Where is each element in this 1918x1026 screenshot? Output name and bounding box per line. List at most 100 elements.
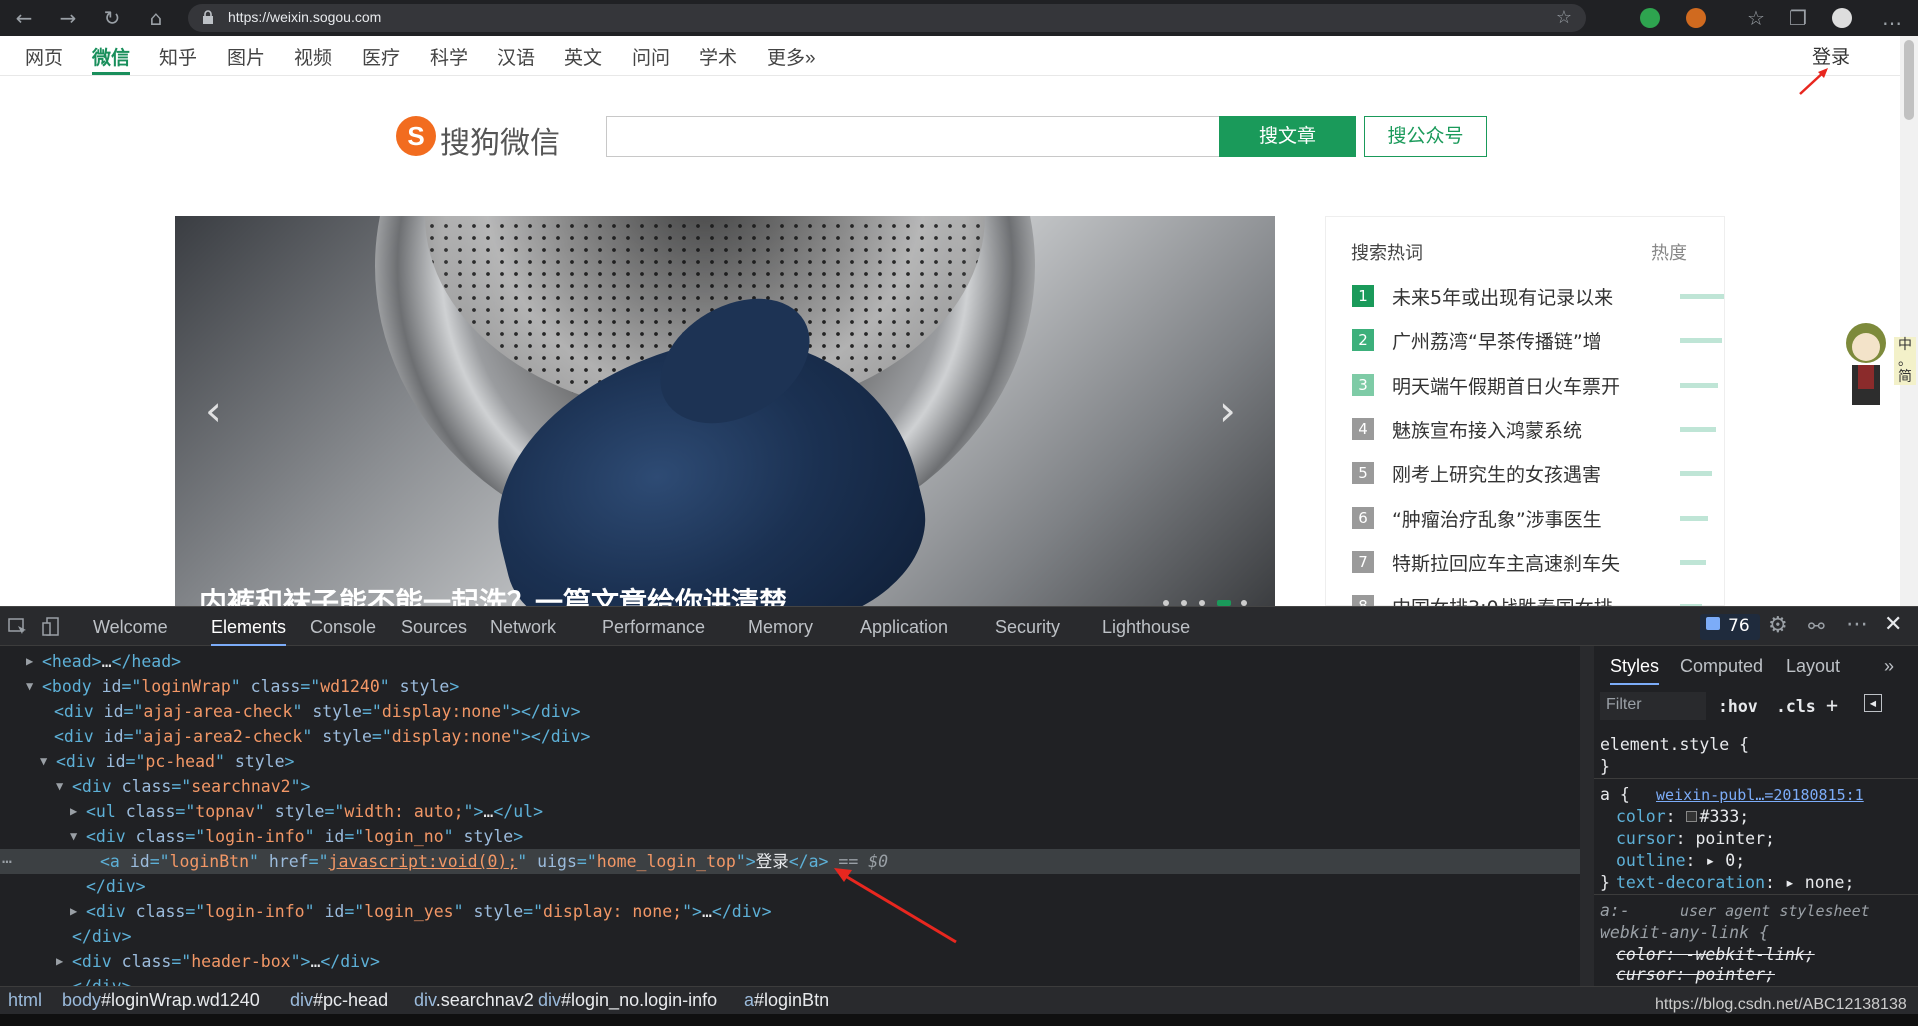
dom-expand-toggle-icon[interactable]: ▼ (70, 824, 77, 849)
breadcrumb-item[interactable]: a#loginBtn (744, 990, 829, 1011)
close-devtools-icon[interactable]: ✕ (1884, 612, 1902, 637)
hot-item[interactable]: 5 刚考上研究生的女孩遇害 (1352, 458, 1712, 488)
tab-sources[interactable]: Sources (401, 617, 467, 638)
mascot-widget[interactable]: 中 。 简 (1836, 315, 1918, 425)
nav-item-zhihu[interactable]: 知乎 (159, 43, 197, 75)
dom-expand-toggle-icon[interactable]: ▶ (70, 799, 77, 824)
sogou-weixin-logo[interactable]: S 搜狗微信 (392, 112, 572, 162)
login-link[interactable]: 登录 (1812, 42, 1850, 69)
hot-item-text[interactable]: 广州荔湾“早茶传播链”增 (1392, 327, 1602, 354)
style-property[interactable]: cursor: pointer; (1616, 828, 1775, 850)
page-scrollbar-thumb[interactable] (1904, 40, 1914, 120)
hot-item[interactable]: 6 “肿瘤治疗乱象”涉事医生 (1352, 503, 1712, 533)
tab-computed[interactable]: Computed (1680, 656, 1763, 677)
stylesheet-source-link[interactable]: weixin-publ…=20180815:1 (1656, 784, 1864, 806)
dom-node-line[interactable]: ⋯ <a id="loginBtn" href="javascript:void(… (0, 849, 1580, 874)
search-input[interactable] (606, 116, 1220, 157)
style-property[interactable]: text-decoration: ▸ none; (1616, 872, 1854, 894)
nav-item-hanyu[interactable]: 汉语 (497, 43, 535, 75)
dom-expand-toggle-icon[interactable]: ▶ (56, 949, 63, 974)
breadcrumb-item[interactable]: div#pc-head (290, 990, 388, 1011)
dom-node-line[interactable]: </div> (0, 974, 1580, 986)
dom-node-line[interactable]: </div> (0, 924, 1580, 949)
nav-item-more[interactable]: 更多» (767, 43, 816, 75)
tab-console[interactable]: Console (310, 617, 376, 638)
address-bar[interactable]: https://weixin.sogou.com ☆ (188, 4, 1586, 32)
tab-layout[interactable]: Layout (1786, 656, 1840, 677)
reload-icon[interactable]: ↻ (100, 6, 124, 30)
dom-node-line[interactable]: </div> (0, 874, 1580, 899)
hov-toggle[interactable]: :hov (1718, 696, 1758, 718)
hot-item[interactable]: 1 未来5年或出现有记录以来 (1352, 281, 1724, 311)
nav-item-web[interactable]: 网页 (25, 43, 63, 75)
panel-split-scrollbar[interactable] (1580, 646, 1594, 986)
style-property[interactable]: color: #333; (1616, 806, 1749, 828)
elements-dom-tree[interactable]: ▶ <head>…</head> ▼ <body id="loginWrap" cla… (0, 646, 1580, 986)
node-actions-icon[interactable]: ⋯ (2, 849, 12, 874)
hot-item-text[interactable]: “肿瘤治疗乱象”涉事医生 (1392, 505, 1602, 532)
nav-item-medical[interactable]: 医疗 (362, 43, 400, 75)
dom-node-line[interactable]: ▶ <ul class="topnav" style="width: auto;"… (0, 799, 1580, 824)
profile-avatar[interactable] (1832, 8, 1852, 28)
dom-node-line[interactable]: ▶ <head>…</head> (0, 649, 1580, 674)
nav-item-scholar[interactable]: 学术 (699, 43, 737, 75)
new-rule-icon[interactable]: + (1826, 694, 1838, 716)
tab-memory[interactable]: Memory (748, 617, 813, 638)
dom-expand-toggle-icon[interactable]: ▼ (26, 674, 33, 699)
breadcrumb-item[interactable]: div#login_no.login-info (538, 990, 717, 1011)
home-icon[interactable]: ⌂ (144, 6, 168, 30)
search-account-button[interactable]: 搜公众号 (1364, 116, 1487, 157)
dom-expand-toggle-icon[interactable]: ▼ (40, 749, 47, 774)
more-menu-icon[interactable]: … (1880, 6, 1904, 30)
hot-item-text[interactable]: 刚考上研究生的女孩遇害 (1392, 460, 1601, 487)
breadcrumb-item[interactable]: html (8, 990, 42, 1011)
back-icon[interactable]: ← (12, 6, 36, 30)
breadcrumb-item[interactable]: body#loginWrap.wd1240 (62, 990, 260, 1011)
nav-item-english[interactable]: 英文 (564, 43, 602, 75)
more-options-icon[interactable]: ⋯ (1846, 612, 1868, 637)
tab-styles[interactable]: Styles (1610, 656, 1660, 685)
favorite-star-icon[interactable]: ☆ (1556, 7, 1572, 28)
tab-elements[interactable]: Elements (211, 617, 287, 646)
more-tabs-icon[interactable]: » (1884, 656, 1894, 677)
hot-item[interactable]: 2 广州荔湾“早茶传播链”增 (1352, 325, 1722, 355)
tab-network[interactable]: Network (490, 617, 556, 638)
dom-expand-toggle-icon[interactable]: ▼ (56, 774, 63, 799)
favorites-icon[interactable]: ☆ (1744, 6, 1768, 30)
toggle-sidebar-icon[interactable]: ◂ (1864, 694, 1882, 712)
dom-node-line[interactable]: ▼ <div class="searchnav2"> (0, 774, 1580, 799)
search-article-button[interactable]: 搜文章 (1219, 116, 1356, 157)
tab-welcome[interactable]: Welcome (93, 617, 168, 638)
hot-item[interactable]: 3 明天端午假期首日火车票开 (1352, 370, 1718, 400)
dom-expand-toggle-icon[interactable]: ▶ (26, 649, 33, 674)
settings-gear-icon[interactable]: ⚙ (1768, 613, 1788, 638)
extension-icon-2[interactable] (1686, 8, 1706, 28)
nav-item-wenwen[interactable]: 问问 (632, 43, 670, 75)
hot-item-text[interactable]: 特斯拉回应车主高速刹车失 (1392, 549, 1620, 576)
connect-icon[interactable]: ⚯ (1808, 614, 1825, 638)
hot-item-text[interactable]: 明天端午假期首日火车票开 (1392, 372, 1620, 399)
forward-icon[interactable]: → (56, 6, 80, 30)
tab-application[interactable]: Application (860, 617, 948, 638)
dom-node-line[interactable]: ▼ <div id="pc-head" style> (0, 749, 1580, 774)
dom-expand-toggle-icon[interactable]: ▶ (70, 899, 77, 924)
carousel-caption[interactable]: 内裤和袜子能不能一起洗？一篇文章给你讲清楚 (199, 581, 787, 606)
hot-item-text[interactable]: 未来5年或出现有记录以来 (1392, 283, 1613, 310)
dom-node-line[interactable]: <div id="ajaj-area2-check" style="displa… (0, 724, 1580, 749)
cls-toggle[interactable]: .cls (1776, 696, 1816, 718)
nav-item-images[interactable]: 图片 (227, 43, 265, 75)
color-swatch[interactable] (1685, 811, 1697, 822)
issues-counter[interactable]: 76 (1700, 614, 1760, 640)
breadcrumb-item[interactable]: div.searchnav2 (414, 990, 534, 1011)
hot-item-text[interactable]: 魅族宣布接入鸿蒙系统 (1392, 416, 1582, 443)
extension-icon[interactable] (1640, 8, 1660, 28)
dom-node-line[interactable]: ▶ <div class="header-box">…</div> (0, 949, 1580, 974)
hot-item[interactable]: 7 特斯拉回应车主高速刹车失 (1352, 547, 1712, 577)
inspect-element-icon[interactable] (8, 618, 28, 636)
carousel-next-icon[interactable]: › (1219, 386, 1236, 435)
style-property[interactable]: outline: ▸ 0; (1616, 850, 1745, 872)
device-toolbar-icon[interactable] (42, 617, 62, 637)
carousel-banner[interactable]: ‹ › 内裤和袜子能不能一起洗？一篇文章给你讲清楚 (175, 216, 1275, 606)
dom-node-line[interactable]: ▼ <div class="login-info" id="login_no" s… (0, 824, 1580, 849)
hot-item[interactable]: 4 魅族宣布接入鸿蒙系统 (1352, 414, 1716, 444)
